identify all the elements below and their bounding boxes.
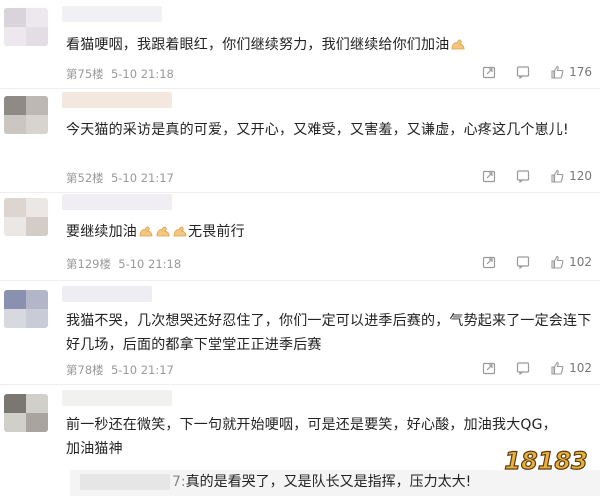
comment-icon[interactable] <box>515 254 531 270</box>
comment-meta: 第129楼 5-10 21:18 <box>66 256 181 272</box>
comment-text-suffix: 无畏前行 <box>188 224 245 240</box>
flexed-biceps-icon <box>156 226 170 237</box>
divider <box>0 192 600 193</box>
reply-prefix: 7: <box>172 474 186 490</box>
floor-number: 第75楼 <box>66 67 104 81</box>
comment-text: 我猫不哭，几次想哭还好忍住了，你们一定可以进季后赛的，气势起来了一定会连下好几场… <box>66 309 596 357</box>
comment-date: 5-10 21:18 <box>110 67 174 81</box>
avatar[interactable] <box>4 198 48 236</box>
comment-text-body: 要继续加油 <box>66 224 137 240</box>
username-blurred[interactable] <box>62 92 172 108</box>
share-icon[interactable] <box>481 168 497 184</box>
divider <box>0 280 600 281</box>
comment-text: 前一秒还在微笑，下一句就开始哽咽，可是还是要笑，好心酸，加油我大QG，加油猫神 <box>66 413 566 461</box>
comment-text: 看猫哽咽，我跟着眼红，你们继续努力，我们继续给你们加油 <box>66 33 596 57</box>
like-icon[interactable] <box>549 254 565 270</box>
like-count: 102 <box>569 361 592 375</box>
comment-meta: 第52楼 5-10 21:17 <box>66 170 174 186</box>
comment-actions: 102 <box>463 360 592 376</box>
reply-body: 真的是看哭了，又是队长又是指挥，压力太大! <box>185 474 472 490</box>
comment-icon[interactable] <box>515 64 531 80</box>
comment-date: 5-10 21:18 <box>118 257 182 271</box>
comment-text-body: 看猫哽咽，我跟着眼红，你们继续努力，我们继续给你们加油 <box>66 37 450 53</box>
like-icon[interactable] <box>549 360 565 376</box>
like-icon[interactable] <box>549 64 565 80</box>
comment-meta: 第78楼 5-10 21:17 <box>66 362 174 378</box>
flexed-biceps-icon <box>452 39 465 50</box>
username-blurred[interactable] <box>62 286 152 302</box>
avatar[interactable] <box>4 394 48 432</box>
like-count: 176 <box>569 65 592 79</box>
avatar[interactable] <box>4 96 48 134</box>
avatar[interactable] <box>4 8 48 46</box>
floor-number: 第129楼 <box>66 257 111 271</box>
like-count: 120 <box>569 169 592 183</box>
comment-actions: 102 <box>463 254 592 270</box>
floor-number: 第52楼 <box>66 171 104 185</box>
comment-text-body: 我猫不哭，几次想哭还好忍住了，你们一定可以进季后赛的，气势起来了一定会连下好几场… <box>66 313 592 353</box>
username-blurred[interactable] <box>62 194 172 210</box>
share-icon[interactable] <box>481 64 497 80</box>
comment-text: 要继续加油 无畏前行 <box>66 220 596 244</box>
comment-actions: 176 <box>463 64 592 80</box>
svg-text:18183: 18183 <box>504 447 588 475</box>
floor-number: 第78楼 <box>66 363 104 377</box>
comment-date: 5-10 21:17 <box>110 171 174 185</box>
comment-icon[interactable] <box>515 168 531 184</box>
comment-text-body: 今天猫的采访是真的可爱，又开心，又难受，又害羞，又谦虚，心疼这几个崽儿! <box>66 122 569 138</box>
comment-date: 5-10 21:17 <box>110 363 174 377</box>
username-blurred[interactable] <box>62 6 162 22</box>
share-icon[interactable] <box>481 360 497 376</box>
like-count: 102 <box>569 255 592 269</box>
comment-text: 今天猫的采访是真的可爱，又开心，又难受，又害羞，又谦虚，心疼这几个崽儿! <box>66 118 586 142</box>
reply-username-blurred <box>80 474 170 490</box>
divider <box>0 384 600 385</box>
comment-meta: 第75楼 5-10 21:18 <box>66 66 174 82</box>
comment-icon[interactable] <box>515 360 531 376</box>
watermark-logo: 18183 <box>504 446 589 475</box>
flexed-biceps-icon <box>173 226 187 237</box>
flexed-biceps-icon <box>139 226 153 237</box>
divider <box>0 88 600 89</box>
share-icon[interactable] <box>481 254 497 270</box>
comment-text-body: 前一秒还在微笑，下一句就开始哽咽，可是还是要笑，好心酸，加油我大QG，加油猫神 <box>66 417 557 457</box>
username-blurred[interactable] <box>62 390 172 406</box>
reply-text: 7:真的是看哭了，又是队长又是指挥，压力太大! <box>172 472 471 492</box>
avatar[interactable] <box>4 290 48 328</box>
comment-actions: 120 <box>463 168 592 184</box>
like-icon[interactable] <box>549 168 565 184</box>
